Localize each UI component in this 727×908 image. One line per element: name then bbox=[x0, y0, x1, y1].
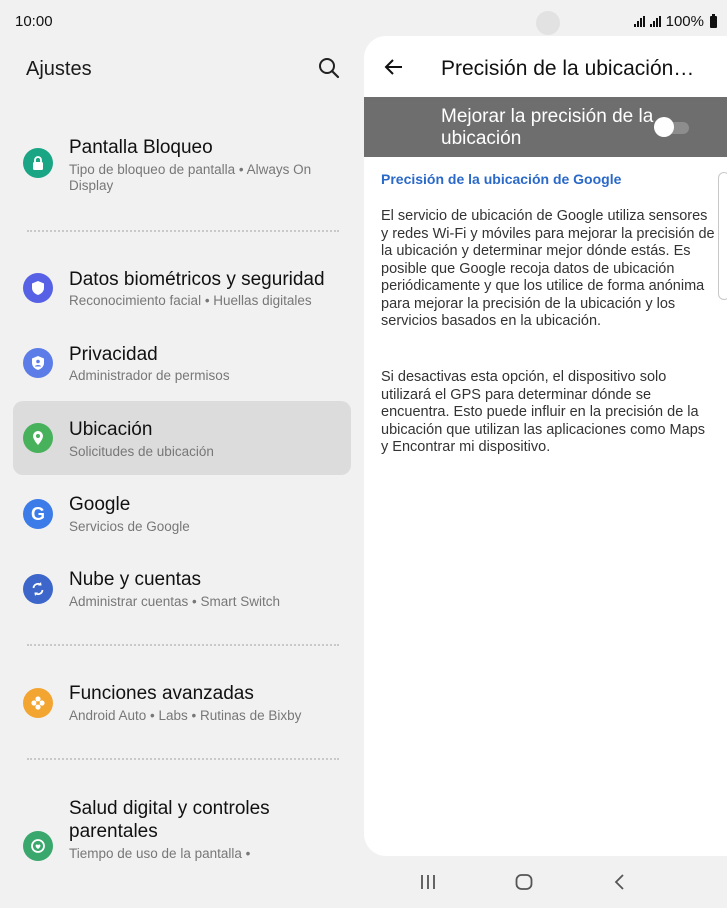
menu-item-google[interactable]: G Google Servicios de Google bbox=[13, 485, 351, 545]
home-button[interactable] bbox=[510, 870, 538, 894]
lock-icon bbox=[23, 148, 53, 178]
cell-signal-icon bbox=[649, 16, 661, 27]
advanced-features-icon bbox=[23, 688, 53, 718]
description-paragraph: El servicio de ubicación de Google utili… bbox=[381, 208, 715, 329]
menu-item-subtitle: Android Auto • Labs • Rutinas de Bixby bbox=[69, 708, 302, 723]
menu-item-lock-screen[interactable]: Pantalla Bloqueo Tipo de bloqueo de pant… bbox=[13, 130, 351, 200]
search-icon bbox=[319, 58, 340, 79]
menu-item-advanced-features[interactable]: Funciones avanzadas Android Auto • Labs … bbox=[13, 675, 351, 735]
search-button[interactable] bbox=[316, 55, 342, 81]
menu-item-title: Datos biométricos y seguridad bbox=[69, 269, 325, 290]
sync-icon bbox=[23, 574, 53, 604]
menu-item-subtitle: Servicios de Google bbox=[69, 519, 190, 534]
privacy-icon bbox=[23, 348, 53, 378]
page-title: Precisión de la ubicación… bbox=[441, 57, 695, 80]
divider bbox=[27, 230, 339, 232]
recents-icon bbox=[421, 875, 435, 889]
home-icon bbox=[515, 874, 533, 890]
battery-icon bbox=[710, 13, 717, 28]
menu-item-cloud-accounts[interactable]: Nube y cuentas Administrar cuentas • Sma… bbox=[13, 561, 351, 621]
battery-percentage: 100% bbox=[665, 13, 704, 30]
divider bbox=[27, 758, 339, 760]
back-button[interactable] bbox=[382, 55, 406, 79]
digital-wellbeing-icon bbox=[23, 831, 53, 861]
shield-icon bbox=[23, 273, 53, 303]
menu-item-privacy[interactable]: Privacidad Administrador de permisos bbox=[13, 335, 351, 395]
settings-list-panel: Ajustes Pantalla Bloqueo Tipo de bloqueo… bbox=[0, 44, 362, 864]
menu-item-subtitle: Tipo de bloqueo de pantalla • Always On … bbox=[69, 162, 312, 193]
section-heading: Precisión de la ubicación de Google bbox=[381, 171, 622, 187]
menu-item-biometrics-security[interactable]: Datos biométricos y seguridad Reconocimi… bbox=[13, 260, 351, 320]
status-icons: 100% bbox=[633, 13, 717, 30]
menu-item-title: Salud digital y controles parentales bbox=[69, 798, 270, 842]
navigation-bar bbox=[364, 862, 727, 902]
menu-item-subtitle: Administrar cuentas • Smart Switch bbox=[69, 594, 281, 609]
description-paragraph: Si desactivas esta opción, el dispositiv… bbox=[381, 369, 706, 455]
menu-item-title: Google bbox=[69, 494, 131, 515]
menu-item-title: Privacidad bbox=[69, 344, 158, 365]
toggle-label: Mejorar la precisión de la ubicación bbox=[441, 106, 654, 149]
divider bbox=[27, 644, 339, 646]
menu-item-location[interactable]: Ubicación Solicitudes de ubicación bbox=[13, 401, 351, 475]
recents-button[interactable] bbox=[414, 870, 442, 894]
arrow-left-icon bbox=[384, 59, 402, 75]
chevron-left-icon bbox=[614, 874, 624, 890]
improve-accuracy-toggle[interactable] bbox=[654, 117, 690, 137]
menu-item-title: Funciones avanzadas bbox=[69, 683, 254, 704]
front-camera bbox=[536, 11, 560, 35]
google-icon: G bbox=[23, 499, 53, 529]
menu-item-digital-wellbeing[interactable]: Salud digital y controles parentales Tie… bbox=[13, 789, 351, 864]
location-accuracy-panel: Precisión de la ubicación… Mejorar la pr… bbox=[364, 36, 727, 856]
toggle-knob bbox=[654, 117, 674, 137]
menu-item-title: Nube y cuentas bbox=[69, 569, 202, 590]
location-pin-icon bbox=[23, 423, 53, 453]
back-nav-button[interactable] bbox=[606, 870, 634, 894]
wifi-signal-icon bbox=[633, 16, 645, 27]
status-time: 10:00 bbox=[15, 13, 53, 30]
scroll-indicator[interactable] bbox=[718, 172, 727, 300]
menu-item-subtitle: Administrador de permisos bbox=[69, 368, 230, 383]
improve-accuracy-row[interactable]: Mejorar la precisión de la ubicación bbox=[364, 97, 727, 157]
menu-item-title: Ubicación bbox=[69, 419, 153, 440]
menu-item-title: Pantalla Bloqueo bbox=[69, 137, 213, 158]
menu-item-subtitle: Reconocimiento facial • Huellas digitale… bbox=[69, 293, 312, 308]
menu-item-subtitle: Tiempo de uso de la pantalla • bbox=[69, 846, 251, 861]
page-title: Ajustes bbox=[26, 58, 92, 80]
menu-item-subtitle: Solicitudes de ubicación bbox=[69, 444, 214, 459]
